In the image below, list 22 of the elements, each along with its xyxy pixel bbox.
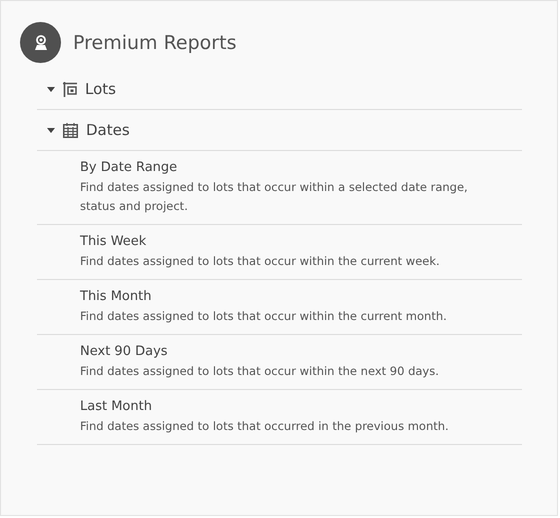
section-header[interactable]: Lots (37, 69, 522, 110)
section-header[interactable]: Dates (37, 110, 522, 151)
calendar-icon (63, 122, 78, 138)
report-item[interactable]: By Date Range Find dates assigned to lots that occur within a selected date range, status and project. (37, 151, 522, 225)
report-title: This Week (80, 234, 148, 249)
report-description: Find dates assigned to lots that occur within the next 90 days. (80, 363, 440, 380)
report-item[interactable]: This Week Find dates assigned to lots that occur within the current week. (37, 225, 522, 280)
lot-sign-icon (63, 82, 77, 96)
report-title: This Month (80, 289, 152, 304)
report-title: Next 90 Days (80, 344, 169, 359)
panel-title: Premium Reports (73, 32, 236, 54)
report-description: Find dates assigned to lots that occurred in the previous month. (80, 418, 450, 435)
report-description: Find dates assigned to lots that occur within a selected date range, status and project. (80, 179, 469, 215)
report-title: By Date Range (80, 160, 178, 175)
section-label: Dates (86, 121, 130, 139)
report-item[interactable]: Last Month Find dates assigned to lots that occurred in the previous month. (37, 390, 522, 445)
section-label: Lots (85, 80, 116, 98)
report-item[interactable]: Next 90 Days Find dates assigned to lots that occur within the next 90 days. (37, 335, 522, 390)
report-description: Find dates assigned to lots that occur within the current month. (80, 308, 448, 325)
report-description: Find dates assigned to lots that occur within the current week. (80, 253, 441, 270)
report-title: Last Month (80, 399, 153, 414)
report-item[interactable]: This Month Find dates assigned to lots that occur within the current month. (37, 280, 522, 335)
